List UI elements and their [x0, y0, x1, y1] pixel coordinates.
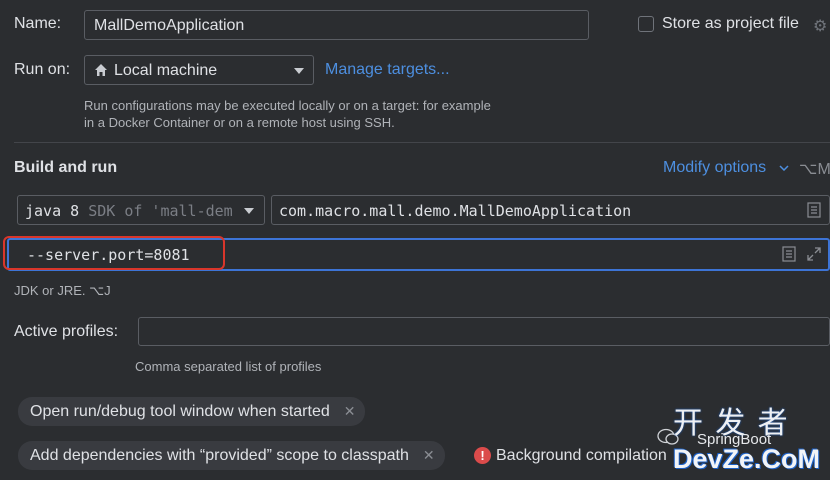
jdk-hint: JDK or JRE. ⌥J: [14, 283, 111, 298]
store-project-file-label: Store as project file: [662, 15, 799, 32]
gear-icon[interactable]: ⚙: [813, 16, 827, 36]
name-value: MallDemoApplication: [94, 17, 245, 34]
modify-options-chevron-icon: [779, 165, 789, 171]
error-icon: !: [474, 447, 491, 464]
jdk-name: java 8: [25, 202, 80, 220]
name-field[interactable]: MallDemoApplication: [84, 10, 589, 40]
modify-options-link[interactable]: Modify options: [663, 159, 766, 177]
active-profiles-label: Active profiles:: [14, 323, 119, 340]
background-compilation-text: Background compilation: [496, 447, 667, 464]
store-project-file-checkbox[interactable]: [638, 16, 654, 32]
close-icon[interactable]: ✕: [423, 447, 435, 464]
jdk-detail: SDK of 'mall-dem: [88, 202, 233, 220]
run-on-value: Local machine: [114, 62, 218, 79]
active-profiles-field[interactable]: [138, 317, 830, 346]
chip-label: Open run/debug tool window when started: [30, 402, 330, 420]
run-on-dropdown[interactable]: Local machine: [84, 55, 314, 85]
expand-text-icon[interactable]: [782, 246, 796, 262]
active-profiles-hint: Comma separated list of profiles: [135, 359, 322, 374]
maximize-icon[interactable]: [806, 246, 822, 262]
jdk-dropdown[interactable]: java 8 SDK of 'mall-dem: [17, 195, 265, 225]
main-class-field[interactable]: com.macro.mall.demo.MallDemoApplication: [271, 195, 830, 225]
chip-open-run-debug[interactable]: Open run/debug tool window when started …: [18, 397, 366, 426]
run-on-hint-line1: Run configurations may be executed local…: [84, 98, 491, 113]
name-label: Name:: [14, 15, 62, 32]
close-icon[interactable]: ✕: [344, 403, 356, 420]
watermark-line3: DevZe.CoM: [673, 444, 821, 474]
home-icon: [94, 63, 108, 77]
run-on-hint-line2: in a Docker Container or on a remote hos…: [84, 115, 395, 130]
divider: [14, 142, 830, 143]
manage-targets-link[interactable]: Manage targets...: [325, 61, 450, 79]
modify-options-shortcut: ⌥M: [799, 161, 830, 178]
chevron-down-icon: [294, 68, 304, 74]
run-on-label: Run on:: [14, 61, 71, 78]
chip-label: Add dependencies with “provided” scope t…: [30, 446, 409, 464]
watermark: 开 发 者 SpringBoot DevZe.CoM: [655, 398, 830, 480]
build-and-run-title: Build and run: [14, 159, 118, 176]
browse-class-icon[interactable]: [807, 202, 821, 218]
highlight-box: [3, 236, 225, 270]
jdk-chevron-down-icon: [244, 208, 254, 214]
chip-add-dependencies[interactable]: Add dependencies with “provided” scope t…: [18, 441, 445, 470]
main-class-value: com.macro.mall.demo.MallDemoApplication: [279, 202, 632, 220]
